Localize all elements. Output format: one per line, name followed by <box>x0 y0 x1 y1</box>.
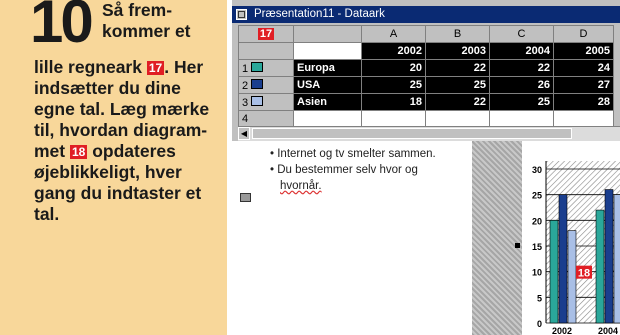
cell-value[interactable]: 20 <box>361 59 426 77</box>
bullet-text: Du bestemmer selv hvor og <box>277 164 418 176</box>
bar-usa-2002 <box>558 194 568 324</box>
cell-label[interactable]: USA <box>293 76 362 94</box>
series-icon <box>251 78 264 89</box>
row-header-4[interactable]: 4 <box>238 110 294 128</box>
datasheet-window-icon <box>236 9 247 20</box>
series-icon <box>251 61 264 72</box>
cell-value[interactable]: 25 <box>489 93 554 111</box>
y-tick-label: 20 <box>532 216 542 226</box>
cell-empty[interactable] <box>361 110 426 128</box>
gray-divider <box>472 141 522 335</box>
column-header-d[interactable]: D <box>553 25 614 43</box>
cell-empty[interactable] <box>425 110 490 128</box>
window-title: Præsentation11 - Dataark <box>254 8 385 20</box>
datasheet-grid: 17 A B C D 2002 2003 2004 2005 1 Europa … <box>238 25 620 128</box>
bullet-2-cont: hvornår. <box>280 180 322 192</box>
column-header-blank <box>293 25 362 43</box>
bar-usa-2004 <box>604 189 614 324</box>
row-number: 1 <box>242 62 249 75</box>
column-header-c[interactable]: C <box>489 25 554 43</box>
y-tick-label: 25 <box>532 191 542 201</box>
datasheet-titlebar[interactable]: Præsentation11 - Dataark <box>232 6 620 23</box>
column-header-a[interactable]: A <box>361 25 426 43</box>
chart-svg: 0 5 10 15 20 25 30 2002 2004 18 <box>532 161 620 335</box>
screenshot: Præsentation11 - Dataark 17 A B C D 2002… <box>232 0 620 335</box>
step-text-dot: . <box>164 57 170 77</box>
column-header-b[interactable]: B <box>425 25 490 43</box>
x-tick-label: 2004 <box>598 326 618 335</box>
instruction-panel: 10 Så frem-kommer et lille regneark 17. … <box>0 0 227 335</box>
cell-value[interactable]: 22 <box>489 59 554 77</box>
cell-header-label[interactable] <box>293 42 362 60</box>
bullet-text: hvornår. <box>280 180 322 192</box>
object-icon <box>240 193 251 202</box>
badge-18: 18 <box>70 145 88 159</box>
chart-badge-18: 18 <box>578 268 590 280</box>
cell-value[interactable]: 27 <box>553 76 614 94</box>
cell-empty[interactable] <box>553 110 614 128</box>
cell-value[interactable]: 28 <box>553 93 614 111</box>
badge-17: 17 <box>146 61 165 75</box>
cell-label[interactable]: Asien <box>293 93 362 111</box>
cell-label[interactable]: Europa <box>293 59 362 77</box>
cell-value[interactable]: 26 <box>489 76 554 94</box>
step-number: 10 <box>30 0 94 55</box>
y-tick-label: 30 <box>532 165 542 175</box>
scroll-left-arrow-icon[interactable]: ◀ <box>238 127 250 140</box>
cell-value[interactable]: 22 <box>425 93 490 111</box>
cell-value[interactable]: 25 <box>425 76 490 94</box>
x-tick-label: 2002 <box>552 326 572 335</box>
bar-asien-2002 <box>567 230 577 324</box>
select-all-corner[interactable]: 17 <box>238 25 294 43</box>
bar-asien-2004 <box>613 194 620 324</box>
step-body: lille regneark 17. Her indsætter du dine… <box>34 57 224 225</box>
row-header-1[interactable]: 1 <box>238 59 294 77</box>
resize-handle[interactable] <box>515 243 520 248</box>
chart-area[interactable]: 0 5 10 15 20 25 30 2002 2004 18 <box>522 141 620 335</box>
cell-value[interactable]: 22 <box>425 59 490 77</box>
y-tick-label: 5 <box>537 293 542 303</box>
row-header-blank <box>238 42 294 60</box>
y-tick-label: 15 <box>532 242 542 252</box>
cell-empty[interactable] <box>293 110 362 128</box>
corner-badge: 17 <box>257 28 275 40</box>
step-text-line: lille regneark <box>34 57 142 77</box>
cell-value[interactable]: 25 <box>361 76 426 94</box>
cell-year[interactable]: 2004 <box>489 42 554 60</box>
cell-year[interactable]: 2005 <box>553 42 614 60</box>
horizontal-scrollbar[interactable]: ◀ <box>238 126 620 141</box>
row-number: 3 <box>242 96 249 109</box>
scroll-thumb[interactable] <box>252 128 572 139</box>
bullet-2: • Du bestemmer selv hvor og <box>270 164 418 176</box>
bar-europa-2002 <box>549 220 559 324</box>
cell-empty[interactable] <box>489 110 554 128</box>
step-heading: Så frem-kommer et <box>102 0 191 41</box>
cell-value[interactable]: 24 <box>553 59 614 77</box>
slide-content: • Internet og tv smelter sammen. • Du be… <box>232 141 472 335</box>
bar-europa-2004 <box>595 209 605 324</box>
row-header-2[interactable]: 2 <box>238 76 294 94</box>
bullet-text: Internet og tv smelter sammen. <box>277 148 436 160</box>
row-header-3[interactable]: 3 <box>238 93 294 111</box>
cell-year[interactable]: 2003 <box>425 42 490 60</box>
row-number: 2 <box>242 79 249 92</box>
cell-value[interactable]: 18 <box>361 93 426 111</box>
bullet-1: • Internet og tv smelter sammen. <box>270 148 436 160</box>
y-tick-label: 10 <box>532 268 542 278</box>
y-tick-label: 0 <box>537 319 542 329</box>
cell-year[interactable]: 2002 <box>361 42 426 60</box>
series-icon <box>251 95 264 106</box>
